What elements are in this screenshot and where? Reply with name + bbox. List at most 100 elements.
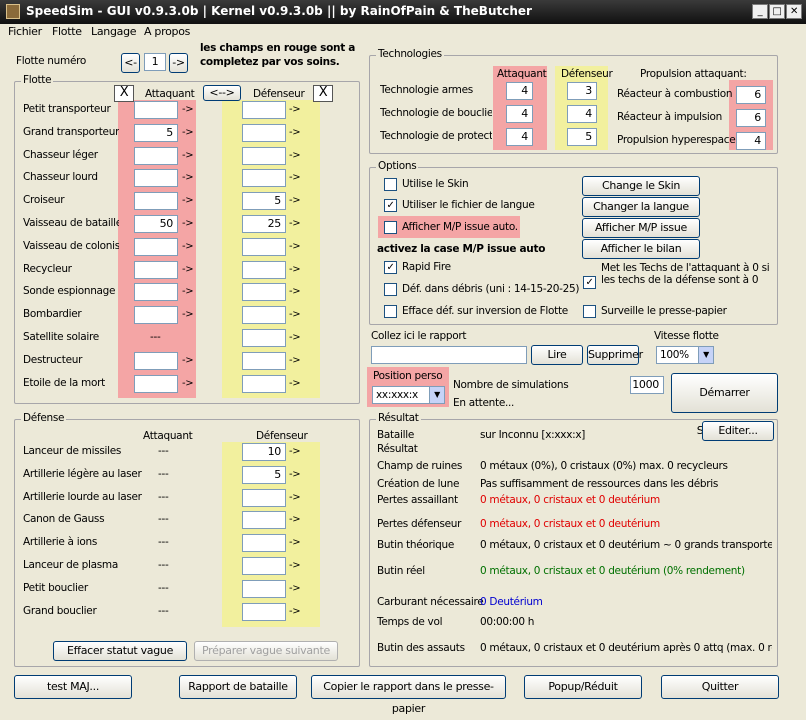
skin-checkbox[interactable] bbox=[384, 178, 397, 191]
ship-attacker-input[interactable] bbox=[134, 260, 178, 279]
techs-zero-checkbox[interactable]: ✓ bbox=[583, 276, 596, 289]
app-icon bbox=[6, 4, 20, 19]
ship-attacker-input[interactable] bbox=[134, 169, 178, 188]
defense-name: Lanceur de plasma bbox=[23, 559, 118, 571]
test-maj-button[interactable]: test MAJ... bbox=[14, 675, 132, 699]
ship-defender-input[interactable]: 25 bbox=[242, 215, 286, 233]
defense-name: Artillerie lourde au laser bbox=[23, 490, 142, 503]
tech-attacker-input[interactable]: 4 bbox=[506, 105, 533, 123]
ship-defender-input[interactable] bbox=[242, 306, 286, 325]
ship-defender-input[interactable]: 5 bbox=[242, 192, 286, 211]
ship-defender-input[interactable] bbox=[242, 123, 286, 142]
fleet-speed-select[interactable]: 100% ▼ bbox=[656, 346, 714, 364]
ship-attacker-input[interactable] bbox=[134, 283, 178, 302]
clear-wave-button[interactable]: Effacer statut vague bbox=[53, 641, 187, 661]
efface-checkbox[interactable] bbox=[384, 305, 397, 318]
ship-defender-input[interactable] bbox=[242, 101, 286, 119]
defense-defender-input[interactable]: 5 bbox=[242, 465, 286, 484]
fleet-next-button[interactable]: -> bbox=[169, 53, 188, 73]
defense-defender-input[interactable] bbox=[242, 557, 286, 575]
defense-defender-input[interactable] bbox=[242, 534, 286, 553]
sim-count-label: Nombre de simulations bbox=[453, 379, 569, 391]
defense-defender-input[interactable]: 10 bbox=[242, 443, 286, 461]
ship-defender-input[interactable] bbox=[242, 329, 286, 347]
show-mp-button[interactable]: Afficher M/P issue bbox=[582, 218, 700, 238]
clear-defender-button[interactable]: X bbox=[313, 85, 333, 102]
defense-defender-input[interactable] bbox=[242, 579, 286, 598]
language-file-checkbox[interactable]: ✓ bbox=[384, 199, 397, 212]
tech-defender-input[interactable]: 3 bbox=[567, 82, 597, 100]
ship-attacker-input[interactable] bbox=[134, 351, 178, 370]
rapid-fire-checkbox[interactable]: ✓ bbox=[384, 261, 397, 274]
popup-button[interactable]: Popup/Réduit bbox=[524, 675, 642, 699]
arrow-icon: -> bbox=[289, 218, 301, 229]
ship-defender-input[interactable] bbox=[242, 374, 286, 393]
mp-auto-checkbox[interactable] bbox=[384, 221, 397, 234]
arrow-icon: -> bbox=[289, 172, 301, 184]
ship-defender-input[interactable] bbox=[242, 283, 286, 302]
tech-attacker-input[interactable]: 4 bbox=[506, 128, 533, 146]
tech-defender-input[interactable]: 4 bbox=[567, 105, 597, 123]
report-input[interactable] bbox=[371, 346, 527, 364]
result-value: sur Inconnu [x:xxx:x] bbox=[480, 429, 586, 441]
fleet-prev-button[interactable]: <- bbox=[121, 53, 140, 73]
menu-flotte[interactable]: Flotte bbox=[52, 25, 82, 38]
quit-button[interactable]: Quitter bbox=[661, 675, 779, 699]
ship-defender-input[interactable] bbox=[242, 260, 286, 279]
result-key: Butin réel bbox=[377, 565, 425, 577]
debris-checkbox[interactable] bbox=[384, 283, 397, 296]
fleet-number-input[interactable]: 1 bbox=[144, 53, 166, 71]
menu-langage[interactable]: Langage bbox=[91, 25, 137, 38]
copy-report-button[interactable]: Copier le rapport dans le presse-papier bbox=[311, 675, 506, 715]
tech-attacker-input[interactable]: 4 bbox=[506, 82, 533, 100]
start-simulation-button[interactable]: Démarrer Simulation bbox=[671, 373, 778, 437]
flotte-attacker-header: Attaquant bbox=[145, 88, 195, 100]
tech-title: Technologies bbox=[376, 48, 444, 60]
menu-a-propos[interactable]: A propos bbox=[144, 25, 190, 38]
result-value: 0 métaux, 0 cristaux et 0 deutérium ~ 0 … bbox=[480, 539, 772, 551]
edit-button[interactable]: Editer... bbox=[702, 421, 774, 441]
sim-count-input[interactable]: 1000 bbox=[630, 376, 664, 394]
clear-attacker-button[interactable]: X bbox=[114, 85, 134, 102]
defense-defender-input[interactable] bbox=[242, 602, 286, 621]
result-value: Pas suffisamment de ressources dans les … bbox=[480, 478, 719, 490]
show-bilan-button[interactable]: Afficher le bilan bbox=[582, 239, 700, 259]
defense-name: Grand bouclier bbox=[23, 604, 97, 617]
prop-name: Propulsion hyperespace bbox=[617, 134, 736, 146]
prop-input[interactable]: 4 bbox=[736, 132, 766, 150]
tech-defender-input[interactable]: 5 bbox=[567, 128, 597, 146]
title-bar: SpeedSim - GUI v0.9.3.0b | Kernel v0.9.3… bbox=[0, 0, 806, 24]
read-button[interactable]: Lire bbox=[531, 345, 583, 365]
change-language-button[interactable]: Changer la langue bbox=[582, 197, 700, 217]
defense-defender-input[interactable] bbox=[242, 511, 286, 530]
ship-attacker-input[interactable] bbox=[134, 306, 178, 325]
defense-defender-input[interactable] bbox=[242, 488, 286, 507]
change-skin-button[interactable]: Change le Skin bbox=[582, 176, 700, 196]
window-title: SpeedSim - GUI v0.9.3.0b | Kernel v0.9.3… bbox=[26, 4, 532, 18]
prop-input[interactable]: 6 bbox=[736, 109, 766, 127]
delete-button[interactable]: Supprimer bbox=[587, 345, 643, 365]
result-key: Pertes défenseur bbox=[377, 518, 462, 530]
maximize-button[interactable]: □ bbox=[769, 4, 785, 19]
ship-defender-input[interactable] bbox=[242, 351, 286, 370]
ship-attacker-input[interactable]: 5 bbox=[134, 123, 178, 142]
prop-input[interactable]: 6 bbox=[736, 86, 766, 104]
ship-attacker-input[interactable] bbox=[134, 374, 178, 393]
prepare-wave-button[interactable]: Préparer vague suivante bbox=[194, 641, 338, 661]
arrow-icon: -> bbox=[289, 286, 301, 298]
battle-report-button[interactable]: Rapport de bataille bbox=[179, 675, 297, 699]
minimize-button[interactable]: _ bbox=[752, 4, 768, 19]
clipboard-watch-checkbox[interactable] bbox=[583, 305, 596, 318]
ship-attacker-input[interactable] bbox=[134, 101, 178, 119]
ship-attacker-input[interactable] bbox=[134, 146, 178, 165]
ship-attacker-input[interactable]: 50 bbox=[134, 215, 178, 233]
ship-defender-input[interactable] bbox=[242, 237, 286, 256]
ship-defender-input[interactable] bbox=[242, 146, 286, 165]
ship-attacker-input[interactable] bbox=[134, 192, 178, 211]
ship-attacker-input[interactable] bbox=[134, 237, 178, 256]
swap-button[interactable]: <--> bbox=[203, 85, 241, 101]
close-button[interactable]: ✕ bbox=[786, 4, 802, 19]
position-select[interactable]: xx:xxx:x ▼ bbox=[372, 386, 445, 404]
ship-defender-input[interactable] bbox=[242, 169, 286, 188]
menu-fichier[interactable]: Fichier bbox=[8, 25, 42, 38]
